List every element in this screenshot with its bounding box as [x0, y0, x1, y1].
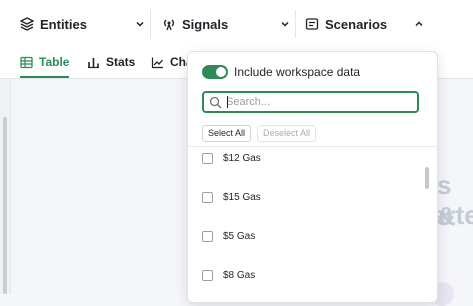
- left-scrollbar[interactable]: [3, 117, 7, 294]
- chevron-down-icon[interactable]: [279, 17, 291, 29]
- tab-table-label: Table: [39, 55, 70, 69]
- chevron-up-icon[interactable]: [413, 17, 425, 29]
- checkbox[interactable]: [202, 152, 213, 164]
- include-workspace-toggle[interactable]: [202, 65, 228, 79]
- nav-divider: [150, 10, 151, 38]
- search-input[interactable]: [226, 94, 411, 110]
- checkbox[interactable]: [202, 191, 213, 203]
- option-label: $12 Gas: [223, 152, 261, 164]
- tab-stats[interactable]: Stats: [87, 48, 135, 76]
- top-nav-bar: Entities Signals Scenarios: [0, 0, 473, 49]
- nav-signals[interactable]: Signals: [162, 0, 228, 48]
- nav-entities-label: Entities: [40, 16, 87, 32]
- checkbox[interactable]: [202, 269, 213, 281]
- search-icon: [209, 96, 222, 109]
- list-item[interactable]: $5 Gas: [202, 228, 255, 244]
- nav-scenarios-label: Scenarios: [325, 16, 388, 32]
- list-item[interactable]: $12 Gas: [202, 150, 261, 166]
- text-cursor: [227, 96, 228, 108]
- checkbox[interactable]: [202, 230, 213, 242]
- deselect-all-button[interactable]: Deselect All: [257, 125, 317, 142]
- search-box[interactable]: [202, 91, 419, 113]
- table-icon: [20, 56, 33, 69]
- option-label: $15 Gas: [223, 191, 261, 203]
- broadcast-icon: [162, 17, 176, 31]
- line-chart-icon: [151, 56, 164, 69]
- nav-scenarios[interactable]: Scenarios: [305, 0, 387, 48]
- stats-icon: [87, 56, 100, 69]
- option-label: $5 Gas: [223, 230, 256, 242]
- dropdown-scrollbar[interactable]: [425, 167, 429, 189]
- nav-entities[interactable]: Entities: [20, 0, 87, 48]
- list-divider: [188, 146, 437, 147]
- list-item[interactable]: $15 Gas: [202, 189, 261, 205]
- toggle-knob: [216, 67, 226, 77]
- chevron-down-icon[interactable]: [134, 17, 146, 29]
- include-workspace-label: Include workspace data: [234, 65, 361, 79]
- scenarios-dropdown: Include workspace data Select All Desele…: [187, 51, 438, 303]
- select-all-button[interactable]: Select All: [202, 125, 252, 142]
- nav-signals-label: Signals: [182, 16, 229, 32]
- scenario-icon: [305, 17, 319, 31]
- tab-stats-label: Stats: [106, 55, 136, 69]
- nav-divider: [295, 10, 296, 38]
- tab-table[interactable]: Table: [20, 48, 70, 78]
- include-workspace-toggle-row[interactable]: Include workspace data: [202, 65, 360, 79]
- list-item[interactable]: $8 Gas: [202, 267, 255, 283]
- layers-icon: [20, 17, 34, 31]
- option-label: $8 Gas: [223, 269, 256, 281]
